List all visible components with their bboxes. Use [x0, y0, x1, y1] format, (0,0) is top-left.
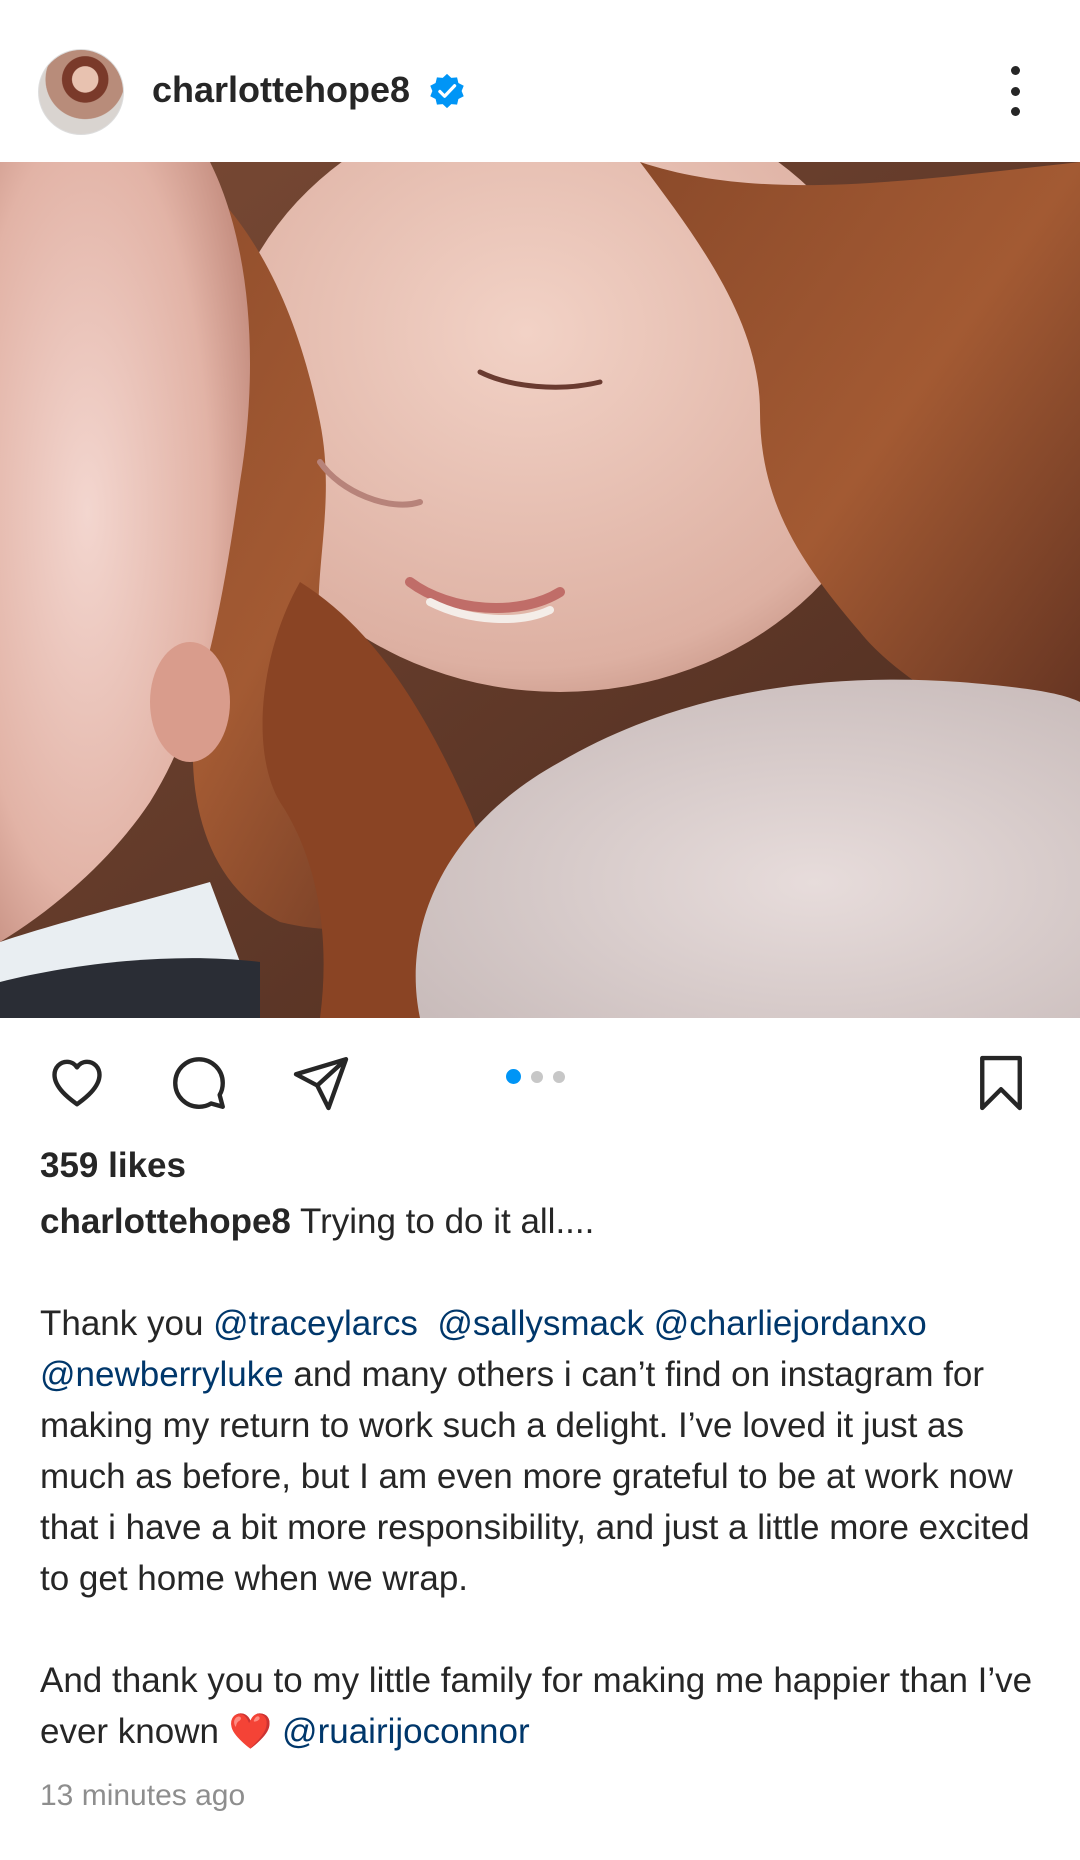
- post-caption: charlottehope8 Trying to do it all.... T…: [40, 1196, 1050, 1757]
- carousel-indicator: [506, 1069, 565, 1084]
- caption-text: [644, 1304, 654, 1343]
- heart-emoji: ❤️: [228, 1712, 273, 1751]
- caption-username[interactable]: charlottehope8: [40, 1202, 291, 1241]
- profile-avatar[interactable]: [38, 49, 124, 135]
- mention-link[interactable]: @ruairijoconnor: [282, 1712, 530, 1751]
- mention-link[interactable]: @traceylarcs: [213, 1304, 418, 1343]
- carousel-dot: [531, 1070, 543, 1083]
- likes-count[interactable]: 359 likes: [40, 1142, 186, 1190]
- heart-icon[interactable]: [42, 1048, 112, 1118]
- mention-link[interactable]: @sallysmack: [437, 1304, 644, 1343]
- carousel-dot-active: [506, 1069, 521, 1084]
- comment-icon[interactable]: [164, 1048, 234, 1118]
- post-photo[interactable]: [0, 162, 1080, 1018]
- caption-text: [272, 1712, 282, 1751]
- carousel-dot: [553, 1070, 565, 1083]
- post-timestamp: 13 minutes ago: [40, 1779, 246, 1812]
- verified-badge-icon: [430, 73, 464, 109]
- post-header: charlottehope8: [0, 0, 1080, 162]
- mention-link[interactable]: @newberryluke: [40, 1355, 284, 1394]
- bookmark-icon[interactable]: [966, 1048, 1036, 1118]
- caption-text: Thank you: [40, 1304, 214, 1343]
- share-icon[interactable]: [286, 1048, 356, 1118]
- more-vertical-icon[interactable]: [990, 60, 1040, 122]
- mention-link[interactable]: @charliejordanxo: [654, 1304, 927, 1343]
- caption-text: Trying to do it all....: [299, 1202, 595, 1241]
- caption-text: [418, 1304, 437, 1343]
- caption-text: And thank you to my little family for ma…: [40, 1661, 1033, 1751]
- post-username[interactable]: charlottehope8: [152, 66, 410, 114]
